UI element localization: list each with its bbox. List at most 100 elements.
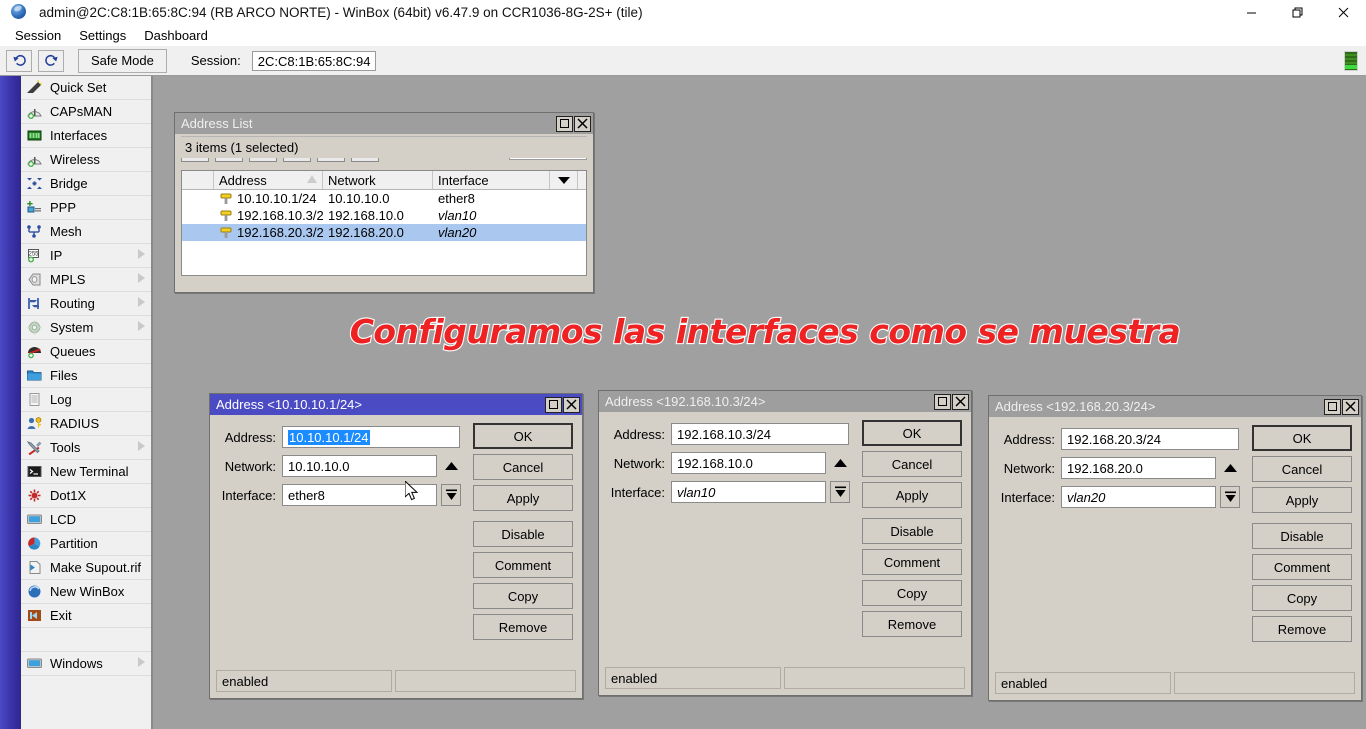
sidebar-item-new-terminal[interactable]: New Terminal [21, 460, 151, 484]
interface-input[interactable]: vlan10 [671, 481, 826, 503]
apply-button[interactable]: Apply [862, 482, 962, 508]
column-interface[interactable]: Interface [433, 171, 550, 189]
sidebar-item-interfaces[interactable]: Interfaces [21, 124, 151, 148]
redo-arrow-icon[interactable] [38, 50, 64, 72]
remove-button[interactable]: Remove [1252, 616, 1352, 642]
undo-arrow-icon[interactable] [6, 50, 32, 72]
maximize-icon[interactable] [1324, 399, 1341, 415]
sidebar-item-system[interactable]: System [21, 316, 151, 340]
safe-mode-button[interactable]: Safe Mode [78, 49, 167, 73]
menu-settings[interactable]: Settings [70, 26, 135, 45]
column-network[interactable]: Network [323, 171, 433, 189]
session-value-field[interactable]: 2C:C8:1B:65:8C:94 [252, 51, 377, 71]
copy-button[interactable]: Copy [473, 583, 573, 609]
sidebar-item-ip[interactable]: 255 IP [21, 244, 151, 268]
sidebar-item-partition[interactable]: Partition [21, 532, 151, 556]
close-button[interactable] [1320, 0, 1366, 24]
copy-button[interactable]: Copy [1252, 585, 1352, 611]
network-input[interactable]: 10.10.10.0 [282, 455, 437, 477]
comment-button[interactable]: Comment [1252, 554, 1352, 580]
sidebar-item-make-supout[interactable]: Make Supout.rif [21, 556, 151, 580]
network-expand-up-icon[interactable] [1220, 457, 1240, 479]
address-list-window[interactable]: Address List [174, 112, 594, 293]
remove-button[interactable]: Remove [473, 614, 573, 640]
sidebar-item-mesh[interactable]: Mesh [21, 220, 151, 244]
sidebar-item-routing[interactable]: Routing [21, 292, 151, 316]
address-dialog-3[interactable]: Address <192.168.20.3/24> Address: 192.1… [988, 395, 1362, 701]
apply-button[interactable]: Apply [1252, 487, 1352, 513]
close-icon[interactable] [952, 394, 969, 410]
address-list-titlebar[interactable]: Address List [175, 113, 593, 134]
network-expand-up-icon[interactable] [830, 452, 850, 474]
address-dialog-1-titlebar[interactable]: Address <10.10.10.1/24> [210, 394, 582, 415]
sidebar-item-lcd[interactable]: LCD [21, 508, 151, 532]
sidebar-item-dot1x[interactable]: Dot1X [21, 484, 151, 508]
network-expand-up-icon[interactable] [441, 455, 461, 477]
address-dialog-2-titlebar[interactable]: Address <192.168.10.3/24> [599, 391, 971, 412]
sidebar-item-exit[interactable]: Exit [21, 604, 151, 628]
apply-button[interactable]: Apply [473, 485, 573, 511]
sidebar-item-tools[interactable]: Tools [21, 436, 151, 460]
address-field-row: Address: 192.168.20.3/24 [999, 428, 1239, 450]
cancel-button[interactable]: Cancel [862, 451, 962, 477]
sidebar-item-mpls[interactable]: MPLS [21, 268, 151, 292]
close-icon[interactable] [563, 397, 580, 413]
address-dialog-3-titlebar[interactable]: Address <192.168.20.3/24> [989, 396, 1361, 417]
table-row[interactable]: 192.168.10.3/24 192.168.10.0 vlan10 [182, 207, 586, 224]
table-row[interactable]: 10.10.10.1/24 10.10.10.0 ether8 [182, 190, 586, 207]
column-address[interactable]: Address [214, 171, 323, 189]
address-input[interactable]: 10.10.10.1/24 [282, 426, 460, 448]
sidebar-item-ppp[interactable]: PPP [21, 196, 151, 220]
comment-button[interactable]: Comment [473, 552, 573, 578]
disable-button[interactable]: Disable [473, 521, 573, 547]
ok-button[interactable]: OK [1252, 425, 1352, 451]
menu-session[interactable]: Session [6, 26, 70, 45]
minimize-button[interactable] [1228, 0, 1274, 24]
interface-input[interactable]: vlan20 [1061, 486, 1216, 508]
close-icon[interactable] [574, 116, 591, 132]
copy-button[interactable]: Copy [862, 580, 962, 606]
sidebar-item-log[interactable]: Log [21, 388, 151, 412]
network-input[interactable]: 192.168.10.0 [671, 452, 826, 474]
cancel-button[interactable]: Cancel [473, 454, 573, 480]
disable-button[interactable]: Disable [862, 518, 962, 544]
restore-button[interactable] [1274, 0, 1320, 24]
disable-button[interactable]: Disable [1252, 523, 1352, 549]
table-row[interactable]: 192.168.20.3/24 192.168.20.0 vlan20 [182, 224, 586, 241]
maximize-icon[interactable] [556, 116, 573, 132]
remove-button[interactable]: Remove [862, 611, 962, 637]
sidebar-item-files[interactable]: Files [21, 364, 151, 388]
cancel-button[interactable]: Cancel [1252, 456, 1352, 482]
close-icon[interactable] [1342, 399, 1359, 415]
sidebar-item-capsman[interactable]: CAPsMAN [21, 100, 151, 124]
sidebar-item-queues[interactable]: Queues [21, 340, 151, 364]
sidebar-item-windows[interactable]: Windows [21, 652, 151, 676]
address-list-table[interactable]: Address Network Interface 10.10.10.1/24 … [181, 170, 587, 276]
address-dialog-2[interactable]: Address <192.168.10.3/24> Address: 192.1… [598, 390, 972, 696]
sidebar-item-new-winbox[interactable]: New WinBox [21, 580, 151, 604]
ok-button[interactable]: OK [862, 420, 962, 446]
column-chooser-button[interactable] [550, 171, 578, 189]
menu-dashboard[interactable]: Dashboard [135, 26, 217, 45]
sidebar-item-wireless[interactable]: Wireless [21, 148, 151, 172]
interface-dropdown-icon[interactable] [830, 481, 850, 503]
sidebar-item-quick-set[interactable]: Quick Set [21, 76, 151, 100]
capsman-icon [26, 104, 44, 120]
sidebar-label: Partition [50, 536, 98, 551]
network-input[interactable]: 192.168.20.0 [1061, 457, 1216, 479]
ok-button[interactable]: OK [473, 423, 573, 449]
address-dialog-1[interactable]: Address <10.10.10.1/24> Address: 10.10.1… [209, 393, 583, 699]
comment-button[interactable]: Comment [862, 549, 962, 575]
sidebar-item-radius[interactable]: RADIUS [21, 412, 151, 436]
terminal-icon [26, 464, 44, 480]
maximize-icon[interactable] [934, 394, 951, 410]
address-input[interactable]: 192.168.20.3/24 [1061, 428, 1239, 450]
address-input[interactable]: 192.168.10.3/24 [671, 423, 849, 445]
network-label: Network: [999, 461, 1061, 476]
interface-dropdown-icon[interactable] [441, 484, 461, 506]
sidebar-item-bridge[interactable]: Bridge [21, 172, 151, 196]
dialog-window-buttons [933, 394, 971, 410]
sidebar-label: PPP [50, 200, 76, 215]
maximize-icon[interactable] [545, 397, 562, 413]
interface-dropdown-icon[interactable] [1220, 486, 1240, 508]
